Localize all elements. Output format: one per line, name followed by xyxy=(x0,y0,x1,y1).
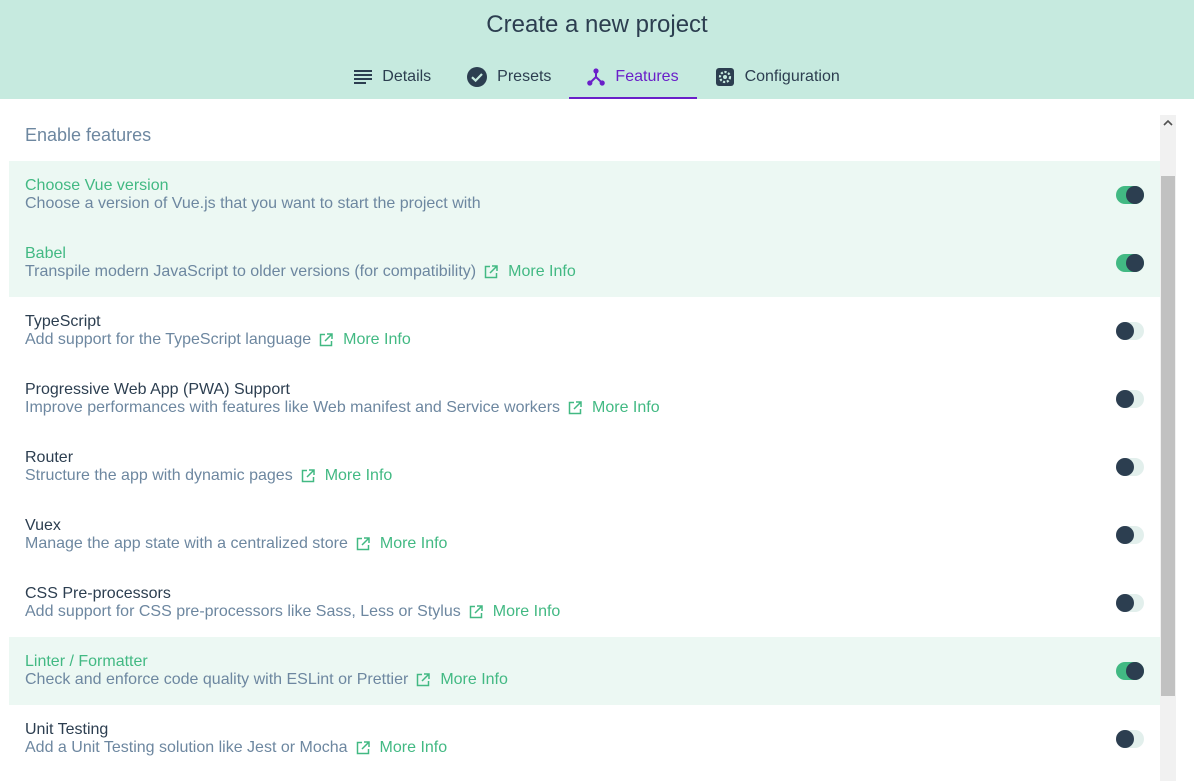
tab-features[interactable]: Features xyxy=(569,56,697,99)
feature-toggle[interactable] xyxy=(1116,390,1144,408)
toggle-knob xyxy=(1116,322,1134,340)
chevron-up-icon xyxy=(1163,119,1173,126)
section-title: Enable features xyxy=(25,125,152,145)
toggle-knob xyxy=(1116,730,1134,748)
features-panel: Enable features Choose Vue version Choose… xyxy=(0,99,1194,781)
feature-description-line: Choose a version of Vue.js that you want… xyxy=(25,195,481,213)
toggle-knob xyxy=(1116,458,1134,476)
feature-toggle[interactable] xyxy=(1116,526,1144,544)
tab-details[interactable]: Details xyxy=(336,56,449,99)
external-link-icon xyxy=(301,469,315,483)
feature-row[interactable]: Babel Transpile modern JavaScript to olde… xyxy=(9,229,1160,297)
more-info-label: More Info xyxy=(379,739,448,756)
feature-row[interactable]: CSS Pre-processors Add support for CSS pr… xyxy=(9,569,1160,637)
more-info-link[interactable]: More Info xyxy=(484,263,576,281)
scrollbar-thumb[interactable] xyxy=(1161,176,1175,696)
feature-description-line: Add support for the TypeScript language M… xyxy=(25,331,411,349)
more-info-link[interactable]: More Info xyxy=(301,467,393,485)
tab-presets[interactable]: Presets xyxy=(449,56,569,99)
feature-name: Vuex xyxy=(25,517,61,534)
feature-row[interactable]: TypeScript Add support for the TypeScript… xyxy=(9,297,1160,365)
toggle-knob xyxy=(1116,390,1134,408)
external-link-icon xyxy=(568,401,582,415)
toggle-knob xyxy=(1116,594,1134,612)
feature-toggle[interactable] xyxy=(1116,186,1144,204)
feature-row[interactable]: Router Structure the app with dynamic pag… xyxy=(9,433,1160,501)
feature-description-line: Add support for CSS pre-processors like … xyxy=(25,603,560,621)
scrollbar[interactable] xyxy=(1160,115,1176,781)
feature-toggle[interactable] xyxy=(1116,322,1144,340)
feature-row[interactable]: Vuex Manage the app state with a centrali… xyxy=(9,501,1160,569)
feature-toggle[interactable] xyxy=(1116,254,1144,272)
feature-name: Linter / Formatter xyxy=(25,653,148,670)
feature-description-line: Improve performances with features like … xyxy=(25,399,660,417)
page-title: Create a new project xyxy=(486,11,708,38)
feature-name: Babel xyxy=(25,245,66,262)
feature-description: Check and enforce code quality with ESLi… xyxy=(25,671,409,688)
gear-icon xyxy=(715,68,734,86)
feature-description-line: Structure the app with dynamic pages More… xyxy=(25,467,392,485)
more-info-link[interactable]: More Info xyxy=(356,739,448,757)
more-info-link[interactable]: More Info xyxy=(416,671,508,689)
more-info-label: More Info xyxy=(343,331,411,348)
feature-description: Transpile modern JavaScript to older ver… xyxy=(25,263,477,280)
fork-icon xyxy=(587,67,606,86)
feature-description: Choose a version of Vue.js that you want… xyxy=(25,195,481,212)
more-info-link[interactable]: More Info xyxy=(568,399,660,417)
tab-configuration-label: Configuration xyxy=(744,68,840,85)
more-info-link[interactable]: More Info xyxy=(319,331,411,349)
more-info-label: More Info xyxy=(492,603,561,620)
external-link-icon xyxy=(319,333,333,347)
feature-description-line: Check and enforce code quality with ESLi… xyxy=(25,671,508,689)
feature-toggle[interactable] xyxy=(1116,458,1144,476)
toggle-knob xyxy=(1126,662,1144,680)
feature-toggle[interactable] xyxy=(1116,594,1144,612)
toggle-knob xyxy=(1126,254,1144,272)
tab-configuration[interactable]: Configuration xyxy=(697,56,858,99)
toggle-knob xyxy=(1116,526,1134,544)
feature-description: Improve performances with features like … xyxy=(25,399,561,416)
tab-presets-label: Presets xyxy=(497,68,552,85)
feature-name: Choose Vue version xyxy=(25,177,169,194)
feature-description: Add support for the TypeScript language xyxy=(25,331,312,348)
feature-description: Structure the app with dynamic pages xyxy=(25,467,293,484)
details-lines-icon xyxy=(354,70,373,84)
external-link-icon xyxy=(417,673,431,687)
more-info-link[interactable]: More Info xyxy=(356,535,448,553)
external-link-icon xyxy=(356,741,370,755)
external-link-icon xyxy=(469,605,483,619)
feature-name: CSS Pre-processors xyxy=(25,585,171,602)
feature-description: Add a Unit Testing solution like Jest or… xyxy=(25,739,348,756)
header: Create a new project Details Presets Fea… xyxy=(0,0,1194,99)
tab-bar: Details Presets Features Configuration xyxy=(0,56,1194,99)
feature-toggle[interactable] xyxy=(1116,730,1144,748)
feature-name: Progressive Web App (PWA) Support xyxy=(25,381,290,398)
feature-name: Unit Testing xyxy=(25,721,109,738)
feature-toggle[interactable] xyxy=(1116,662,1144,680)
feature-row[interactable]: Progressive Web App (PWA) Support Improve… xyxy=(9,365,1160,433)
feature-name: Router xyxy=(25,449,74,466)
feature-description-line: Transpile modern JavaScript to older ver… xyxy=(25,263,576,281)
check-circle-icon xyxy=(467,67,488,87)
feature-row[interactable]: Choose Vue version Choose a version of Vu… xyxy=(9,161,1160,229)
tab-features-label: Features xyxy=(615,67,679,85)
feature-description: Add support for CSS pre-processors like … xyxy=(25,603,461,620)
feature-description-line: Add a Unit Testing solution like Jest or… xyxy=(25,739,447,757)
toggle-knob xyxy=(1126,186,1144,204)
more-info-label: More Info xyxy=(440,671,508,688)
tab-details-label: Details xyxy=(382,68,432,85)
more-info-label: More Info xyxy=(324,467,393,484)
scroll-up-button[interactable] xyxy=(1160,115,1176,131)
external-link-icon xyxy=(484,265,498,279)
feature-row[interactable]: Unit Testing Add a Unit Testing solution … xyxy=(9,705,1160,773)
more-info-label: More Info xyxy=(379,535,448,552)
more-info-link[interactable]: More Info xyxy=(469,603,561,621)
feature-row[interactable]: Linter / Formatter Check and enforce code… xyxy=(9,637,1160,705)
feature-description-line: Manage the app state with a centralized … xyxy=(25,535,447,553)
external-link-icon xyxy=(356,537,370,551)
feature-description: Manage the app state with a centralized … xyxy=(25,535,348,552)
more-info-label: More Info xyxy=(508,263,576,280)
feature-name: TypeScript xyxy=(25,313,101,330)
more-info-label: More Info xyxy=(592,399,660,416)
